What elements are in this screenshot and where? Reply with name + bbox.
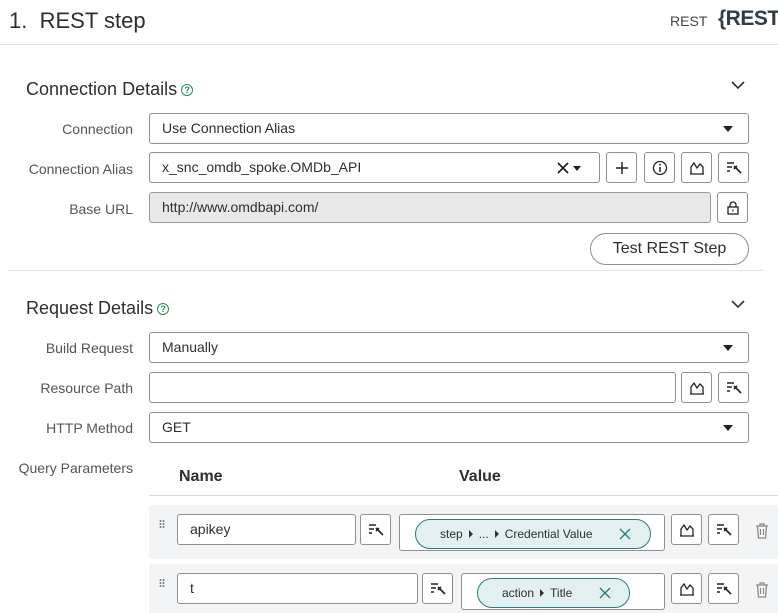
caret-down-icon	[723, 345, 733, 351]
data-pill-picker-button[interactable]	[422, 573, 453, 604]
info-icon	[652, 160, 667, 175]
param-row: t action Title	[149, 564, 778, 613]
lock-button[interactable]	[717, 192, 748, 223]
drag-handle-icon[interactable]	[159, 519, 165, 529]
data-pill-picker-icon	[368, 523, 384, 536]
script-icon	[689, 381, 704, 395]
script-icon	[689, 161, 704, 175]
close-icon[interactable]	[599, 587, 611, 599]
script-icon	[679, 582, 694, 596]
data-pill-picker-icon	[716, 523, 732, 536]
step-type: REST	[670, 13, 708, 29]
data-pill[interactable]: step... Credential Value	[415, 519, 651, 549]
pill-segment: step	[440, 527, 463, 541]
connection-alias-label: Connection Alias	[28, 161, 133, 177]
close-icon[interactable]	[619, 528, 631, 540]
data-pill-picker-icon	[726, 161, 742, 174]
step-title: 1. REST step	[9, 8, 146, 34]
param-value-field[interactable]: action Title	[461, 573, 665, 610]
data-pill[interactable]: action Title	[477, 578, 630, 608]
connection-details-label: Connection Details	[26, 79, 178, 99]
step-number: 1.	[9, 8, 28, 33]
help-icon[interactable]: ?	[181, 84, 194, 96]
script-button[interactable]	[681, 152, 712, 183]
step-name: REST step	[39, 8, 146, 33]
http-method-label: HTTP Method	[46, 420, 133, 436]
data-pill-picker-button[interactable]	[708, 573, 739, 604]
http-method-value: GET	[162, 419, 191, 435]
pill-segment: ...	[478, 527, 489, 541]
connection-alias-select[interactable]: x_snc_omdb_spoke.OMDb_API	[149, 152, 600, 183]
connection-alias-value: x_snc_omdb_spoke.OMDb_API	[162, 159, 362, 175]
params-table-header: Name Value	[149, 461, 778, 496]
add-button[interactable]	[606, 152, 637, 183]
data-pill-picker-icon	[430, 582, 446, 595]
close-icon[interactable]	[557, 162, 569, 174]
trash-icon[interactable]	[755, 523, 769, 539]
drag-handle-icon[interactable]	[159, 578, 165, 588]
param-name-value: t	[190, 580, 194, 596]
base-url-label: Base URL	[69, 201, 133, 217]
connection-details-title: Connection Details?	[26, 79, 194, 100]
resource-path-input[interactable]	[149, 372, 676, 403]
build-request-label: Build Request	[45, 340, 133, 356]
chevron-down-icon[interactable]	[729, 76, 747, 94]
script-button[interactable]	[681, 372, 712, 403]
pill-segment: Title	[550, 586, 573, 600]
arrow-right-icon	[494, 530, 499, 538]
connection-value: Use Connection Alias	[162, 120, 296, 136]
param-row: apikey step... Credential Value	[149, 505, 778, 559]
caret-down-icon[interactable]	[573, 166, 581, 171]
pill-segment: action	[502, 586, 535, 600]
chevron-down-icon[interactable]	[729, 295, 747, 313]
param-value-field[interactable]: step... Credential Value	[399, 514, 665, 551]
request-details-label: Request Details	[26, 298, 154, 318]
connection-select[interactable]: Use Connection Alias	[149, 113, 749, 144]
request-details-title: Request Details?	[26, 298, 170, 319]
script-button[interactable]	[671, 514, 702, 545]
script-icon	[679, 523, 694, 537]
query-parameters-label: Query Parameters	[18, 460, 133, 476]
http-method-select[interactable]: GET	[149, 412, 749, 443]
rest-logo: {REST}	[718, 7, 778, 30]
base-url-field: http://www.omdbapi.com/	[149, 192, 711, 223]
build-request-value: Manually	[162, 339, 219, 355]
param-name-value: apikey	[190, 521, 231, 537]
test-rest-step-button[interactable]: Test REST Step	[590, 233, 749, 265]
data-pill-picker-button[interactable]	[708, 514, 739, 545]
info-button[interactable]	[644, 152, 675, 183]
help-icon[interactable]: ?	[157, 303, 170, 315]
param-name-input[interactable]: apikey	[177, 514, 356, 545]
trash-icon[interactable]	[755, 582, 769, 598]
value-column-header: Value	[459, 468, 501, 485]
arrow-right-icon	[468, 530, 473, 538]
base-url-value: http://www.omdbapi.com/	[162, 199, 319, 215]
build-request-select[interactable]: Manually	[149, 332, 749, 363]
step-header: 1. REST step REST {REST}	[0, 0, 778, 45]
plus-icon	[615, 161, 628, 174]
arrow-right-icon	[540, 589, 545, 597]
section-divider	[8, 270, 764, 271]
data-pill-picker-button[interactable]	[718, 152, 749, 183]
lock-icon	[726, 200, 739, 215]
script-button[interactable]	[671, 573, 702, 604]
pill-segment: Credential Value	[504, 527, 593, 541]
data-pill-picker-button[interactable]	[360, 514, 391, 545]
data-pill-picker-icon	[716, 582, 732, 595]
resource-path-label: Resource Path	[40, 380, 133, 396]
caret-down-icon	[723, 425, 733, 431]
data-pill-picker-button[interactable]	[718, 372, 749, 403]
connection-label: Connection	[62, 121, 133, 137]
data-pill-picker-icon	[726, 381, 742, 394]
param-name-input[interactable]: t	[177, 573, 418, 604]
name-column-header: Name	[179, 468, 223, 485]
caret-down-icon	[723, 126, 733, 132]
